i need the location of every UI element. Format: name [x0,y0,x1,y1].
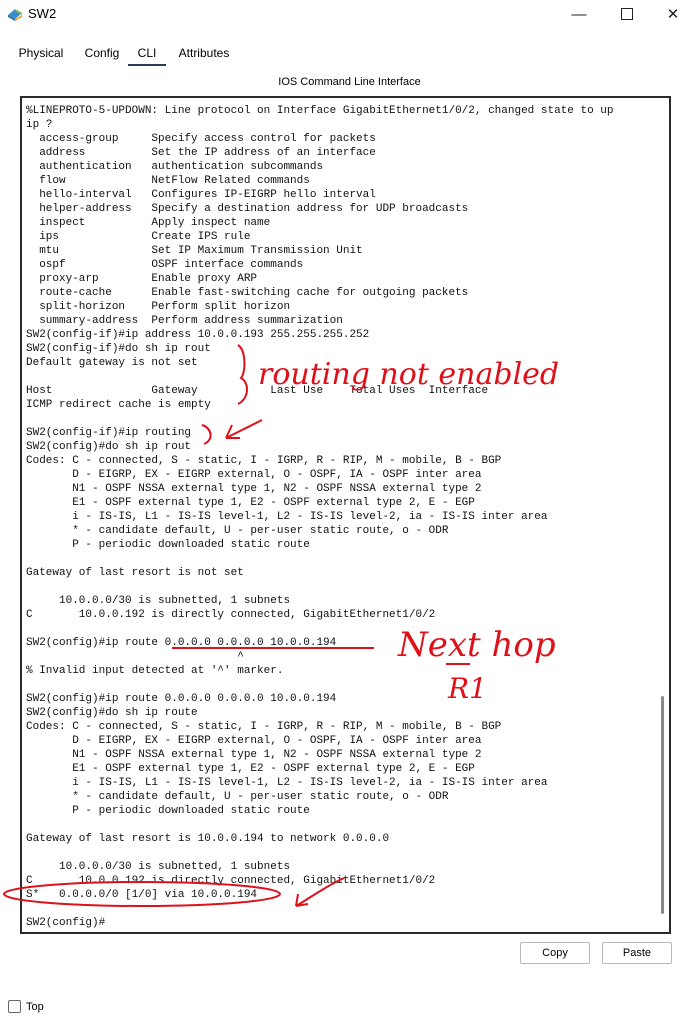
terminal-line: authentication authentication subcommand… [26,161,324,173]
tab-physical[interactable]: Physical [12,40,70,66]
terminal-line: D - EIGRP, EX - EIGRP external, O - OSPF… [26,735,482,747]
tab-cli[interactable]: CLI [128,40,166,66]
copy-button[interactable]: Copy [520,942,590,964]
terminal-line: route-cache Enable fast-switching cache … [26,287,469,299]
terminal-line: SW2(config)#do sh ip rout [26,441,192,453]
terminal-line: i - IS-IS, L1 - IS-IS level-1, L2 - IS-I… [26,777,548,789]
terminal-line: proxy-arp Enable proxy ARP [26,273,258,285]
close-button[interactable]: ✕ [650,0,692,28]
terminal-line: E1 - OSPF external type 1, E2 - OSPF ext… [26,763,475,775]
terminal-line: D - EIGRP, EX - EIGRP external, O - OSPF… [26,469,482,481]
terminal-line: C 10.0.0.192 is directly connected, Giga… [26,609,436,621]
terminal-line: N1 - OSPF NSSA external type 1, N2 - OSP… [26,749,482,761]
terminal-line: Codes: C - connected, S - static, I - IG… [26,721,502,733]
terminal-line: ip ? [26,119,53,131]
terminal-output[interactable]: %LINEPROTO-5-UPDOWN: Line protocol on In… [26,104,656,930]
terminal-line: Gateway of last resort is not set [26,567,244,579]
terminal-line: %LINEPROTO-5-UPDOWN: Line protocol on In… [26,105,614,117]
terminal-line: inspect Apply inspect name [26,217,271,229]
title-bar: SW2 — ✕ [0,0,692,28]
terminal-line: SW2(config)# [26,917,106,929]
window-title: SW2 [28,6,57,21]
terminal-line: N1 - OSPF NSSA external type 1, N2 - OSP… [26,483,482,495]
terminal-line: 10.0.0.0/30 is subnetted, 1 subnets [26,861,291,873]
terminal-line: Codes: C - connected, S - static, I - IG… [26,455,502,467]
terminal-line: SW2(config)#ip route 0.0.0.0 0.0.0.0 10.… [26,693,337,705]
terminal-line: % Invalid input detected at '^' marker. [26,665,284,677]
terminal-line: C 10.0.0.192 is directly connected, Giga… [26,875,436,887]
terminal-line: SW2(config-if)#do sh ip rout [26,343,211,355]
terminal-line: E1 - OSPF external type 1, E2 - OSPF ext… [26,497,475,509]
terminal-line: flow NetFlow Related commands [26,175,310,187]
terminal-line: P - periodic downloaded static route [26,805,310,817]
maximize-icon [621,8,633,20]
maximize-button[interactable] [604,0,650,28]
terminal-line: hello-interval Configures IP-EIGRP hello… [26,189,376,201]
terminal-line: split-horizon Perform split horizon [26,301,291,313]
terminal-line: * - candidate default, U - per-user stat… [26,791,449,803]
terminal-line: * - candidate default, U - per-user stat… [26,525,449,537]
terminal-line: access-group Specify access control for … [26,133,376,145]
close-icon: ✕ [666,6,680,23]
paste-button[interactable]: Paste [602,942,672,964]
packet-tracer-switch-icon [8,9,22,21]
terminal-line: ips Create IPS rule [26,231,251,243]
top-checkbox-row[interactable]: Top [8,1000,44,1013]
terminal-line: P - periodic downloaded static route [26,539,310,551]
terminal-line: Default gateway is not set [26,357,198,369]
terminal-line: SW2(config)#ip route 0.0.0.0 0.0.0.0 10.… [26,637,337,649]
active-tab-indicator [128,64,166,66]
terminal-line: helper-address Specify a destination add… [26,203,469,215]
terminal-line: 10.0.0.0/30 is subnetted, 1 subnets [26,595,291,607]
terminal-line: address Set the IP address of an interfa… [26,147,376,159]
terminal-line: ICMP redirect cache is empty [26,399,211,411]
terminal-line: SW2(config)#do sh ip route [26,707,198,719]
terminal-scrollbar[interactable] [661,696,664,914]
terminal-line: i - IS-IS, L1 - IS-IS level-1, L2 - IS-I… [26,511,548,523]
terminal-line: Gateway of last resort is 10.0.0.194 to … [26,833,390,845]
tab-config[interactable]: Config [80,40,124,66]
panel-title: IOS Command Line Interface [278,76,421,88]
terminal-line: Host Gateway Last Use Total Uses Interfa… [26,385,489,397]
terminal-line: SW2(config-if)#ip routing [26,427,192,439]
terminal-line: ^ [26,651,244,663]
terminal-line: S* 0.0.0.0/0 [1/0] via 10.0.0.194 [26,889,258,901]
top-checkbox[interactable] [8,1000,21,1013]
cli-terminal[interactable]: %LINEPROTO-5-UPDOWN: Line protocol on In… [20,96,671,934]
terminal-line: ospf OSPF interface commands [26,259,304,271]
tab-attributes[interactable]: Attributes [172,40,236,66]
minimize-icon: — [571,5,587,23]
terminal-line: SW2(config-if)#ip address 10.0.0.193 255… [26,329,370,341]
terminal-line: summary-address Perform address summariz… [26,315,343,327]
minimize-button[interactable]: — [556,0,602,28]
top-checkbox-label: Top [26,1000,44,1013]
terminal-line: mtu Set IP Maximum Transmission Unit [26,245,363,257]
